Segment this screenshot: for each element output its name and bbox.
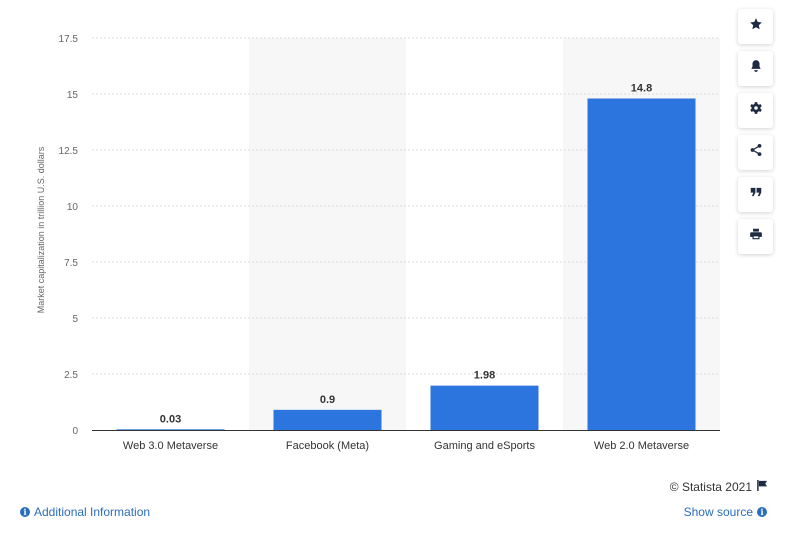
y-tick-label: 2.5 <box>64 370 78 381</box>
settings-button[interactable] <box>738 93 773 128</box>
data-label: 0.9 <box>320 394 335 406</box>
y-tick-label: 12.5 <box>59 146 79 157</box>
gear-icon <box>749 101 763 120</box>
y-tick-label: 10 <box>67 202 79 213</box>
bell-icon <box>749 59 763 78</box>
bar <box>587 98 696 430</box>
flag-icon <box>757 480 768 494</box>
share-button[interactable] <box>738 135 773 170</box>
show-source-link[interactable]: Show source i <box>684 505 767 519</box>
bar <box>430 385 539 430</box>
favorite-button[interactable] <box>738 9 773 44</box>
additional-information-link[interactable]: i Additional Information <box>20 505 150 519</box>
y-tick-label: 15 <box>67 90 79 101</box>
category-band <box>249 38 406 430</box>
star-icon <box>749 17 763 36</box>
y-tick-label: 0 <box>72 426 78 437</box>
y-tick-label: 7.5 <box>64 258 78 269</box>
y-axis-title: Market capitalization in trillion U.S. d… <box>36 146 46 313</box>
data-label: 0.03 <box>160 413 181 425</box>
x-tick-label: Gaming and eSports <box>434 440 535 452</box>
copyright-notice: © Statista 2021 <box>670 480 768 494</box>
info-icon: i <box>20 507 30 517</box>
y-tick-label: 17.5 <box>59 34 79 45</box>
x-tick-label: Web 2.0 Metaverse <box>594 440 689 452</box>
cite-button[interactable] <box>738 177 773 212</box>
side-toolbar <box>738 9 773 254</box>
bar <box>116 429 225 430</box>
notification-button[interactable] <box>738 51 773 86</box>
additional-information-label: Additional Information <box>34 505 151 519</box>
print-button[interactable] <box>738 219 773 254</box>
data-label: 14.8 <box>631 82 652 94</box>
x-tick-label: Facebook (Meta) <box>286 440 369 452</box>
x-tick-label: Web 3.0 Metaverse <box>123 440 218 452</box>
y-tick-label: 5 <box>72 314 78 325</box>
quote-icon <box>749 185 763 204</box>
bar-chart: 0 2.5 5 7.5 10 12.5 15 17.5 0.03 Web 3.0 Metavers… <box>36 34 720 452</box>
print-icon <box>749 227 763 246</box>
bar <box>273 409 382 430</box>
copyright-text: © Statista 2021 <box>669 480 752 494</box>
info-icon: i <box>757 507 767 517</box>
show-source-label: Show source <box>683 505 753 519</box>
data-label: 1.98 <box>474 370 495 382</box>
share-icon <box>749 143 763 162</box>
